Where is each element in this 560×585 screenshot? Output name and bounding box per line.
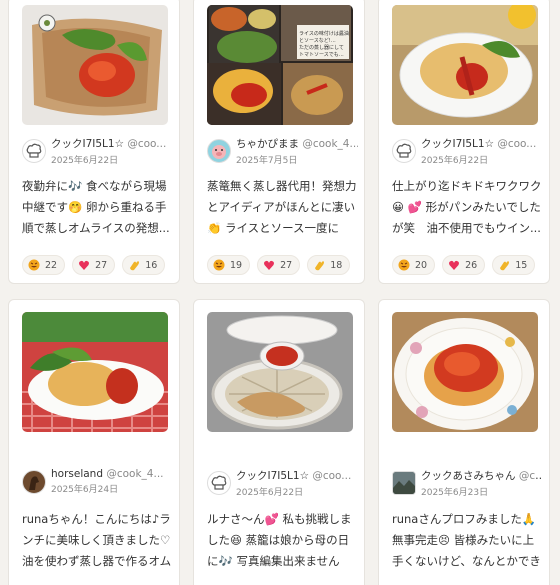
- horse-avatar-icon[interactable]: [22, 469, 46, 494]
- report-comment[interactable]: ルナさ～ん💕 私も挑戦しました😆 蒸籠は娘から母の日に🎶 写真編集出来ませんが.…: [207, 509, 357, 572]
- recipe-report-card[interactable]: horseland @cook_4... 2025年6月24日 runaちゃん！…: [8, 299, 180, 585]
- clap-icon: [313, 259, 325, 271]
- laugh-reaction-button[interactable]: 19: [207, 255, 251, 275]
- chef-hat-icon[interactable]: [22, 139, 46, 163]
- author-row[interactable]: ちゃかぴまま @cook_4... 2025年7月5日: [207, 136, 358, 166]
- author-uid: @cook_4...: [106, 468, 164, 480]
- author-row[interactable]: クックI7I5L1☆ @coo... 2025年6月22日: [392, 136, 543, 166]
- recipe-report-card[interactable]: クックI7I5L1☆ @coo... 2025年6月22日 夜勤弁に🎶 食べなが…: [8, 0, 180, 284]
- clap-icon: [128, 259, 140, 271]
- heart-reaction-button[interactable]: 27: [72, 255, 116, 275]
- laugh-reaction-button[interactable]: 22: [22, 255, 66, 275]
- svg-text:とソースなど!…: とソースなど!…: [299, 37, 336, 44]
- recipe-report-card[interactable]: ライスの味付けは醤油 とソースなど!… ただの蒸し器にして トマトソースでも… …: [193, 0, 365, 284]
- post-date: 2025年6月22日: [51, 156, 119, 166]
- reaction-bar: 22 27 16: [22, 255, 166, 275]
- tsukurepo-grid: クックI7I5L1☆ @coo... 2025年6月22日 夜勤弁に🎶 食べなが…: [0, 0, 560, 585]
- post-date: 2025年6月23日: [421, 488, 489, 498]
- author-name[interactable]: クックあさみちゃん @co...: [421, 468, 543, 483]
- clap-icon: [498, 259, 510, 271]
- author-name[interactable]: horseland @cook_4...: [51, 468, 173, 480]
- author-label: horseland: [51, 468, 103, 480]
- clap-reaction-button[interactable]: 18: [307, 255, 351, 275]
- post-date: 2025年6月22日: [236, 488, 304, 498]
- author-row[interactable]: horseland @cook_4... 2025年6月24日: [22, 468, 173, 495]
- reaction-count: 27: [95, 259, 108, 271]
- report-comment[interactable]: 夜勤弁に🎶 食べながら現場中継です🤭 卵から重ねる手順で蒸しオムライスの発想..…: [22, 176, 172, 239]
- report-photo[interactable]: [207, 312, 353, 432]
- author-label: クックあさみちゃん: [421, 470, 516, 482]
- report-photo[interactable]: [22, 5, 168, 125]
- laugh-reaction-button[interactable]: 20: [392, 255, 436, 275]
- author-name[interactable]: クックI7I5L1☆ @coo...: [421, 136, 543, 151]
- heart-reaction-button[interactable]: 26: [442, 255, 486, 275]
- reaction-count: 16: [145, 259, 158, 271]
- heart-icon: [263, 259, 275, 271]
- clap-reaction-button[interactable]: 16: [122, 255, 166, 275]
- pig-avatar-icon[interactable]: [207, 139, 231, 163]
- recipe-report-card[interactable]: クックI7I5L1☆ @coo... 2025年6月22日 ルナさ～ん💕 私も挑…: [193, 299, 365, 585]
- report-photo[interactable]: [22, 312, 168, 432]
- landscape-avatar-icon[interactable]: [392, 471, 416, 495]
- chef-hat-icon[interactable]: [392, 139, 416, 163]
- author-uid: @cook_4...: [302, 138, 358, 150]
- clap-reaction-button[interactable]: 15: [492, 255, 536, 275]
- heart-reaction-button[interactable]: 27: [257, 255, 301, 275]
- report-comment[interactable]: 仕上がり迄ドキドキワクワク😀 💕 形がパンみたいでしたが笑 油不使用でもウイン.…: [392, 176, 542, 239]
- author-label: クックI7I5L1☆: [236, 470, 309, 482]
- author-name[interactable]: ちゃかぴまま @cook_4...: [236, 136, 358, 151]
- post-date: 2025年7月5日: [236, 156, 298, 166]
- author-uid: @coo...: [312, 470, 352, 482]
- svg-text:ただの蒸し器にして: ただの蒸し器にして: [299, 44, 344, 51]
- report-photo[interactable]: ライスの味付けは醤油 とソースなど!… ただの蒸し器にして トマトソースでも…: [207, 5, 353, 125]
- svg-text:トマトソースでも…: トマトソースでも…: [299, 52, 344, 58]
- author-uid: @coo...: [127, 138, 167, 150]
- author-uid: @coo...: [497, 138, 537, 150]
- author-label: クックI7I5L1☆: [421, 138, 494, 150]
- author-label: ちゃかぴまま: [236, 138, 299, 150]
- reaction-count: 18: [330, 259, 343, 271]
- photo-caption-text: ライスの味付けは醤油: [299, 30, 349, 37]
- author-row[interactable]: クックあさみちゃん @co... 2025年6月23日: [392, 468, 543, 498]
- heart-icon: [448, 259, 460, 271]
- post-date: 2025年6月22日: [421, 156, 489, 166]
- reaction-count: 20: [415, 259, 428, 271]
- author-row[interactable]: クックI7I5L1☆ @coo... 2025年6月22日: [22, 136, 173, 166]
- author-name[interactable]: クックI7I5L1☆ @coo...: [51, 136, 173, 151]
- reaction-count: 27: [280, 259, 293, 271]
- laugh-emoji-icon: [398, 259, 410, 271]
- post-date: 2025年6月24日: [51, 485, 119, 495]
- laugh-emoji-icon: [213, 259, 225, 271]
- reaction-count: 22: [45, 259, 58, 271]
- report-comment[interactable]: 蒸篭無く蒸し器代用！発想力とアイディアがほんとに凄い👏 ライスとソース一度に仕.…: [207, 176, 357, 239]
- author-row[interactable]: クックI7I5L1☆ @coo... 2025年6月22日: [207, 468, 358, 498]
- report-photo[interactable]: [392, 5, 538, 125]
- heart-icon: [78, 259, 90, 271]
- reaction-count: 19: [230, 259, 243, 271]
- laugh-emoji-icon: [28, 259, 40, 271]
- reaction-count: 26: [465, 259, 478, 271]
- reaction-count: 15: [515, 259, 528, 271]
- recipe-report-card[interactable]: クックI7I5L1☆ @coo... 2025年6月22日 仕上がり迄ドキドキワ…: [378, 0, 550, 284]
- report-photo[interactable]: [392, 312, 538, 432]
- reaction-bar: 20 26 15: [392, 255, 536, 275]
- report-comment[interactable]: runaさんプロフみました🙏 無事完走😣 皆様みたいに上手くないけど、なんとかで…: [392, 509, 542, 572]
- author-uid: @co...: [518, 470, 543, 482]
- chef-hat-icon[interactable]: [207, 471, 231, 495]
- reaction-bar: 19 27 18: [207, 255, 351, 275]
- author-name[interactable]: クックI7I5L1☆ @coo...: [236, 468, 358, 483]
- report-comment[interactable]: runaちゃん！こんにちは♪ランチに美味しく頂きました♡油を使わず蒸し器で作るオ…: [22, 509, 172, 572]
- recipe-report-card[interactable]: クックあさみちゃん @co... 2025年6月23日 runaさんプロフみまし…: [378, 299, 550, 585]
- author-label: クックI7I5L1☆: [51, 138, 124, 150]
